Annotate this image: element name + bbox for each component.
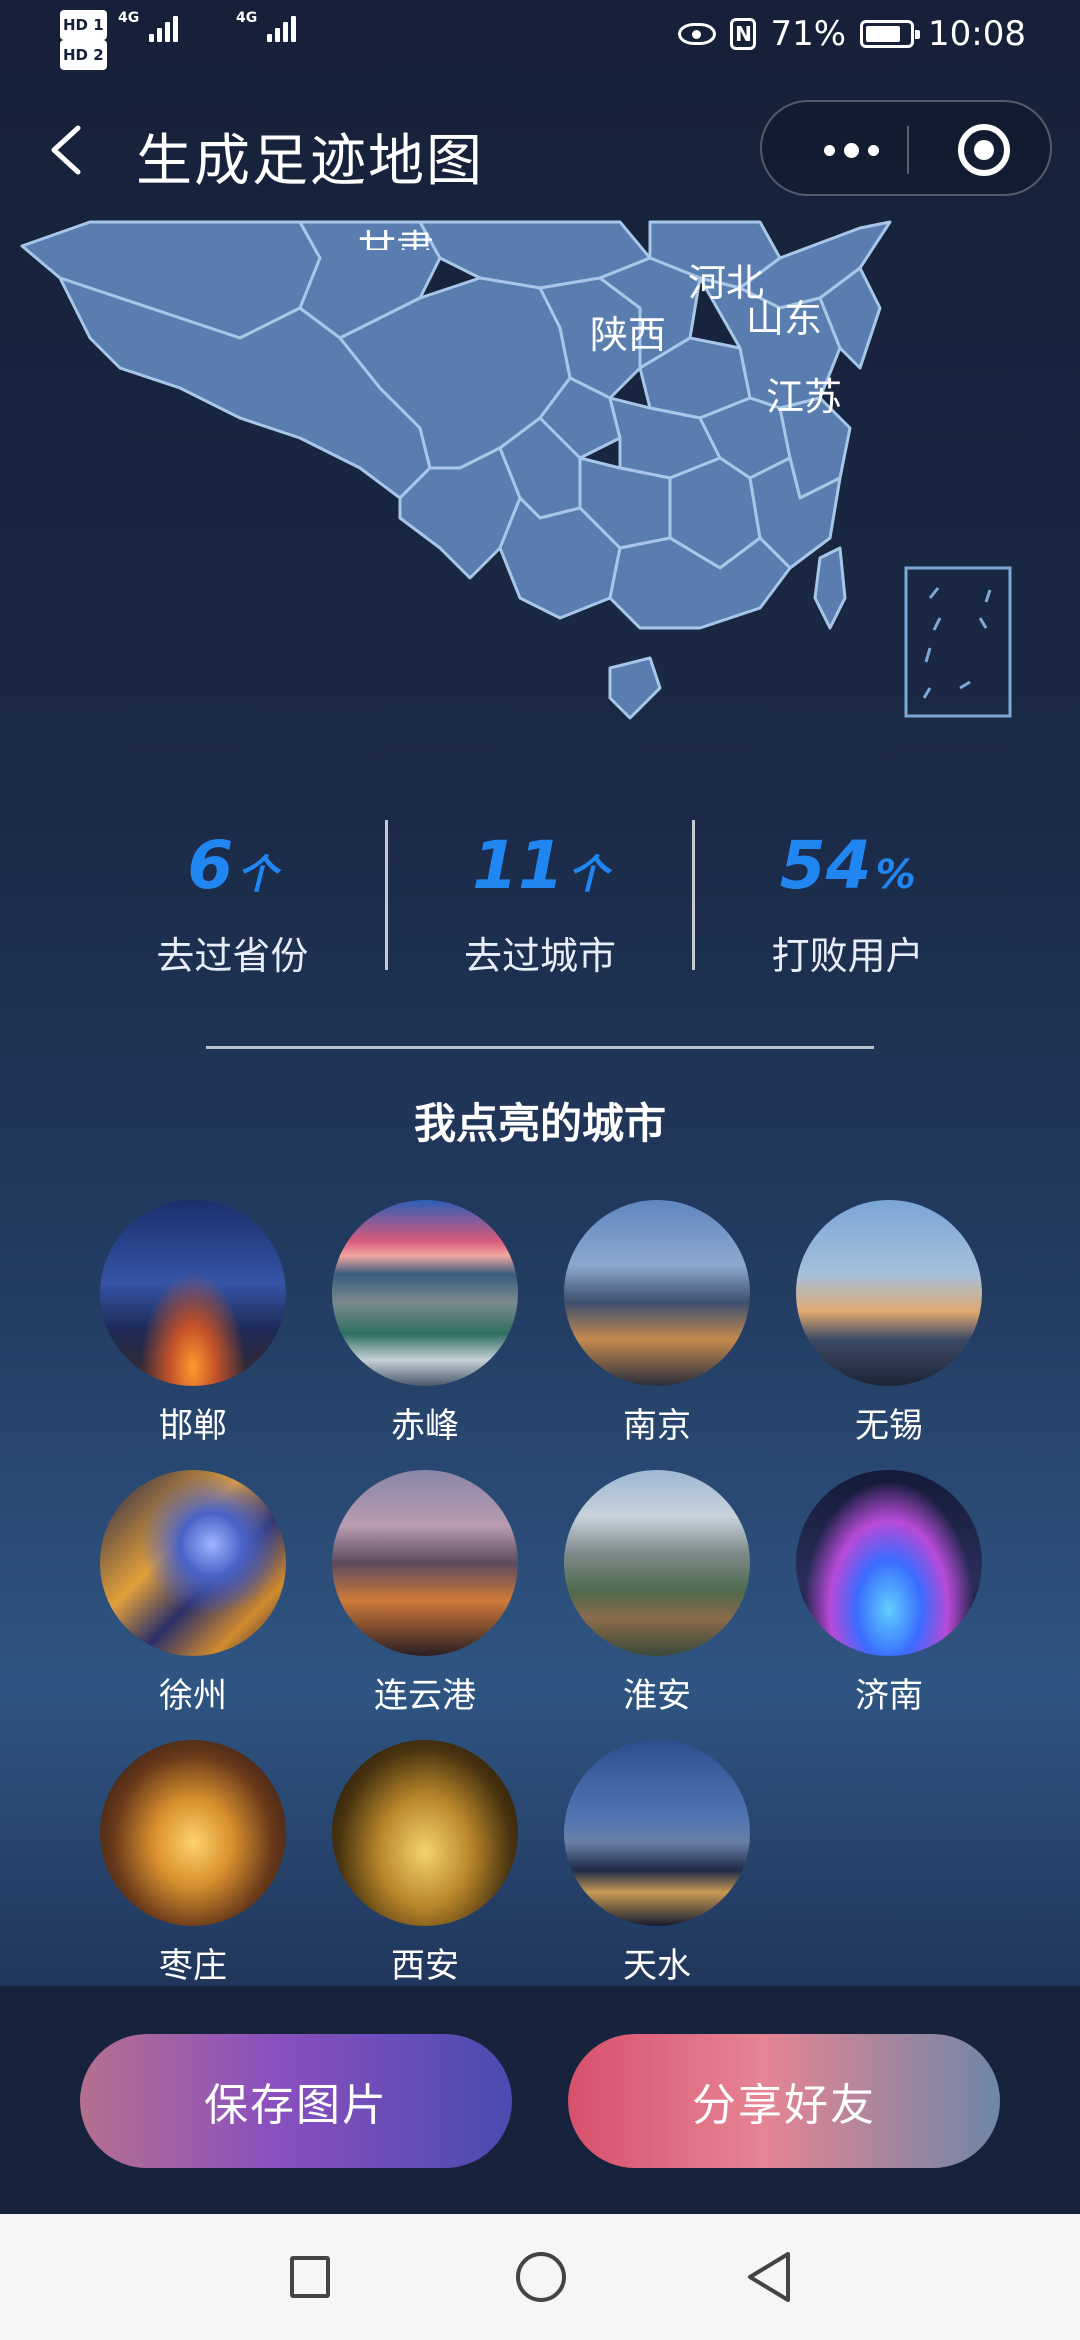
city-name: 西安 xyxy=(391,1946,459,1986)
city-name: 南京 xyxy=(623,1406,691,1446)
stat-label: 打败用户 xyxy=(771,934,924,978)
more-options-icon[interactable] xyxy=(796,102,906,198)
stat-unit: 个 xyxy=(237,852,278,898)
recent-apps-icon[interactable] xyxy=(290,2256,330,2298)
battery-percent: 71% xyxy=(770,14,847,54)
footprint-map: 甘肃 河北 山东 陕西 江苏 xyxy=(0,218,1080,738)
signal-2-icon: 4G xyxy=(236,10,296,42)
signal-1-icon: 4G xyxy=(118,10,178,42)
city-item[interactable]: 赤峰 xyxy=(332,1200,518,1447)
signal-indicators: 4G 4G xyxy=(118,10,296,42)
city-photo xyxy=(796,1200,982,1386)
status-right: N 71% 10:08 xyxy=(678,14,1026,54)
city-photo xyxy=(100,1200,286,1386)
system-navigation-bar xyxy=(0,2214,1080,2340)
nfc-icon: N xyxy=(730,18,757,50)
clock: 10:08 xyxy=(928,14,1026,54)
city-name: 无锡 xyxy=(855,1406,923,1446)
stat-value: 54% xyxy=(695,820,1000,921)
section-title: 我点亮的城市 xyxy=(413,1099,666,1148)
network-type-1: 4G xyxy=(118,10,140,26)
capsule-divider xyxy=(907,126,909,174)
city-item[interactable]: 无锡 xyxy=(796,1200,982,1447)
city-photo xyxy=(564,1740,750,1926)
sim1-hd-badge: HD 1 xyxy=(60,10,107,40)
city-name: 连云港 xyxy=(374,1676,476,1716)
section-divider xyxy=(206,1046,874,1049)
city-item[interactable]: 南京 xyxy=(564,1200,750,1447)
city-photo xyxy=(100,1740,286,1926)
stat-provinces: 6个 去过省份 xyxy=(80,820,385,978)
city-photo xyxy=(332,1740,518,1926)
map-label-jiangsu: 江苏 xyxy=(766,375,843,419)
city-item[interactable]: 枣庄 xyxy=(100,1740,286,1987)
city-item[interactable]: 西安 xyxy=(332,1740,518,1987)
city-item[interactable]: 徐州 xyxy=(100,1470,286,1717)
stat-number: 6 xyxy=(187,827,234,904)
stat-cities: 11 个 去过城市 xyxy=(384,820,693,978)
city-photo xyxy=(564,1470,750,1656)
share-friends-button[interactable]: 分享好友 xyxy=(568,2034,1000,2168)
city-item[interactable]: 连云港 xyxy=(332,1470,518,1717)
page-title: 生成足迹地图 xyxy=(136,129,484,194)
footprint-stats: 6个 去过省份 11 个 去过城市 54% 打败用户 xyxy=(80,820,1000,978)
stat-label: 去过省份 xyxy=(156,934,309,978)
city-photo xyxy=(332,1200,518,1386)
stat-number: 54 xyxy=(779,827,872,904)
city-item[interactable]: 邯郸 xyxy=(100,1200,286,1447)
save-image-button[interactable]: 保存图片 xyxy=(80,2034,512,2168)
china-map xyxy=(20,220,1012,720)
city-item[interactable]: 天水 xyxy=(564,1740,750,1987)
status-bar: HD 1 HD 2 4G 4G N 71% 10:08 xyxy=(0,0,1080,80)
close-miniprogram-icon[interactable] xyxy=(958,124,1010,176)
stat-beat-users: 54% 打败用户 xyxy=(692,820,1000,978)
city-item[interactable]: 济南 xyxy=(796,1470,982,1717)
map-label-shaanxi: 陕西 xyxy=(590,313,667,357)
city-name: 淮安 xyxy=(623,1676,691,1716)
province-taiwan xyxy=(813,546,847,630)
city-photo xyxy=(100,1470,286,1656)
action-bar: 保存图片 分享好友 xyxy=(0,1986,1080,2214)
battery-icon xyxy=(860,20,921,48)
network-type-2: 4G xyxy=(236,10,258,26)
home-icon[interactable] xyxy=(516,2252,566,2302)
city-name: 济南 xyxy=(855,1676,923,1716)
city-item[interactable]: 淮安 xyxy=(564,1470,750,1717)
city-name: 邯郸 xyxy=(159,1406,227,1446)
stat-value: 11 个 xyxy=(388,820,693,921)
stat-unit: % xyxy=(875,852,916,898)
sim-indicators: HD 1 HD 2 xyxy=(60,8,110,70)
city-photo xyxy=(796,1470,982,1656)
title-bar: 生成足迹地图 xyxy=(0,90,1080,210)
miniprogram-capsule xyxy=(760,100,1052,196)
map-label-gansu: 甘肃 xyxy=(358,227,435,250)
map-label-shandong: 山东 xyxy=(746,297,823,341)
south-china-sea-inset xyxy=(904,566,1012,718)
city-photo xyxy=(564,1200,750,1386)
stat-label: 去过城市 xyxy=(464,934,617,978)
sim2-hd-badge: HD 2 xyxy=(60,40,107,70)
eye-comfort-icon xyxy=(678,23,717,45)
city-photo xyxy=(332,1470,518,1656)
stat-value: 6个 xyxy=(80,820,385,921)
stat-unit: 个 xyxy=(567,852,608,898)
city-name: 枣庄 xyxy=(159,1946,227,1986)
back-arrow-icon[interactable] xyxy=(48,124,84,176)
back-triangle-icon[interactable] xyxy=(744,2250,794,2304)
city-name: 徐州 xyxy=(159,1676,227,1716)
city-name: 赤峰 xyxy=(391,1406,459,1446)
city-name: 天水 xyxy=(623,1946,691,1986)
province-hainan xyxy=(608,656,662,720)
stat-number: 11 xyxy=(472,827,564,904)
